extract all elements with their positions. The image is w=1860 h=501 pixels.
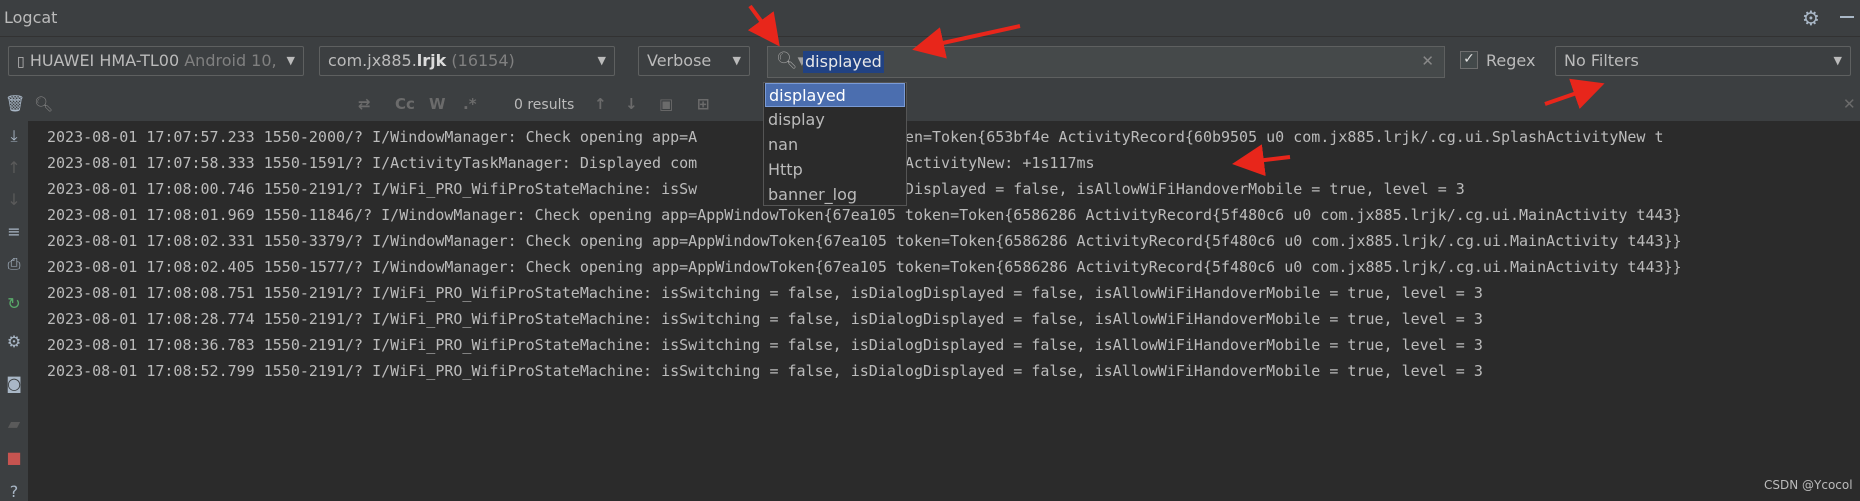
regex-checkbox[interactable]: ✓ — [1460, 51, 1478, 69]
screen-record-icon[interactable]: ▰ — [5, 414, 23, 433]
chevron-down-icon: ▼ — [286, 54, 295, 67]
next-occurrence-icon[interactable]: ↓ — [625, 95, 638, 113]
dropdown-item[interactable]: Http — [765, 158, 905, 182]
watermark: CSDN @Ycocol — [1764, 478, 1853, 492]
log-level-selector[interactable]: Verbose ▼ — [638, 46, 750, 76]
filter-value: No Filters — [1564, 51, 1639, 70]
match-case-toggle[interactable]: Cc — [395, 95, 415, 113]
log-line: 2023-08-01 17:08:28.774 1550-2191/? I/Wi… — [47, 310, 1483, 328]
check-icon: ✓ — [1463, 51, 1475, 67]
whole-word-toggle[interactable]: W — [429, 95, 446, 113]
replace-icon[interactable]: ⇄ — [358, 95, 371, 113]
dropdown-item[interactable]: display — [765, 108, 905, 132]
up-arrow-icon[interactable]: ↑ — [5, 158, 23, 177]
chevron-down-icon: ▼ — [597, 54, 606, 67]
log-line: 2023-08-01 17:08:01.969 1550-11846/? I/W… — [47, 206, 1682, 224]
log-line: 2023-08-01 17:08:08.751 1550-2191/? I/Wi… — [47, 284, 1483, 302]
device-version: Android 10, — [184, 51, 277, 70]
dropdown-item[interactable]: displayed — [765, 83, 905, 107]
restart-icon[interactable]: ↻ — [5, 294, 23, 313]
regex-toggle[interactable]: .* — [463, 95, 477, 113]
process-selector[interactable]: com.jx885.lrjk (16154) ▼ — [319, 46, 615, 76]
add-selection-icon[interactable]: ⊞ — [697, 95, 710, 113]
chevron-down-icon: ▼ — [1833, 54, 1842, 67]
previous-occurrence-icon[interactable]: ↑ — [594, 95, 607, 113]
search-input[interactable]: 🔍︎▾ displayed ✕ — [767, 46, 1445, 78]
search-icon[interactable]: 🔍︎▾ — [776, 51, 806, 71]
find-in-log-input[interactable]: 🔍︎ — [30, 93, 380, 117]
log-line: 2023-08-01 17:08:36.783 1550-2191/? I/Wi… — [47, 336, 1483, 354]
search-value[interactable]: displayed — [803, 51, 884, 73]
device-selector[interactable]: ▯ HUAWEI HMA-TL00 Android 10, ▼ — [8, 46, 304, 76]
search-icon[interactable]: 🔍︎ — [34, 95, 53, 113]
print-icon[interactable]: ⎙ — [5, 254, 23, 274]
close-icon[interactable]: ✕ — [1843, 95, 1856, 113]
search-results-count: 0 results — [514, 97, 575, 113]
select-all-icon[interactable]: ▣ — [659, 95, 673, 113]
clear-icon[interactable]: ✕ — [1421, 52, 1434, 70]
settings-icon[interactable]: ⚙ — [5, 332, 23, 351]
window-title: Logcat — [4, 8, 58, 27]
minimize-icon[interactable] — [1840, 16, 1854, 18]
log-level-value: Verbose — [647, 51, 712, 70]
process-pid: (16154) — [451, 51, 515, 70]
filter-selector[interactable]: No Filters ▼ — [1555, 46, 1851, 76]
stop-icon[interactable]: ■ — [5, 448, 23, 467]
screenshot-icon[interactable]: ◙ — [5, 374, 23, 393]
dropdown-item[interactable]: banner_log — [765, 183, 905, 207]
regex-label: Regex — [1486, 51, 1536, 70]
dropdown-item[interactable]: nan — [765, 133, 905, 157]
trash-icon[interactable]: 🗑︎ — [5, 94, 25, 113]
search-history-dropdown: displayed display nan Http banner_log — [763, 82, 907, 206]
down-arrow-icon[interactable]: ↓ — [5, 190, 23, 209]
scroll-to-end-icon[interactable]: ⤓ — [5, 126, 23, 146]
log-output[interactable]: 2023-08-01 17:07:57.233 1550-2000/? I/Wi… — [30, 122, 1860, 501]
log-line: 2023-08-01 17:08:52.799 1550-2191/? I/Wi… — [47, 362, 1483, 380]
log-line: 2023-08-01 17:08:00.746 1550-2191/? I/Wi… — [47, 180, 1465, 198]
process-prefix: com.jx885. — [328, 51, 417, 70]
help-icon[interactable]: ? — [5, 482, 23, 501]
gear-icon[interactable]: ⚙ — [1802, 6, 1820, 30]
device-name: HUAWEI HMA-TL00 — [29, 51, 180, 70]
chevron-down-icon: ▼ — [732, 54, 741, 67]
log-line: 2023-08-01 17:07:58.333 1550-1591/? I/Ac… — [47, 154, 1095, 172]
process-bold: lrjk — [416, 51, 447, 70]
title-bar: Logcat ⚙ — [0, 0, 1860, 37]
log-line: 2023-08-01 17:08:02.405 1550-1577/? I/Wi… — [47, 258, 1682, 276]
log-line: 2023-08-01 17:08:02.331 1550-3379/? I/Wi… — [47, 232, 1682, 250]
phone-icon: ▯ — [17, 54, 25, 70]
soft-wrap-icon[interactable]: ≡ — [5, 222, 23, 241]
left-toolbar: 🗑︎ ⤓ ↑ ↓ ≡ ⎙ ↻ ⚙ ◙ ▰ ■ ? — [0, 88, 28, 501]
